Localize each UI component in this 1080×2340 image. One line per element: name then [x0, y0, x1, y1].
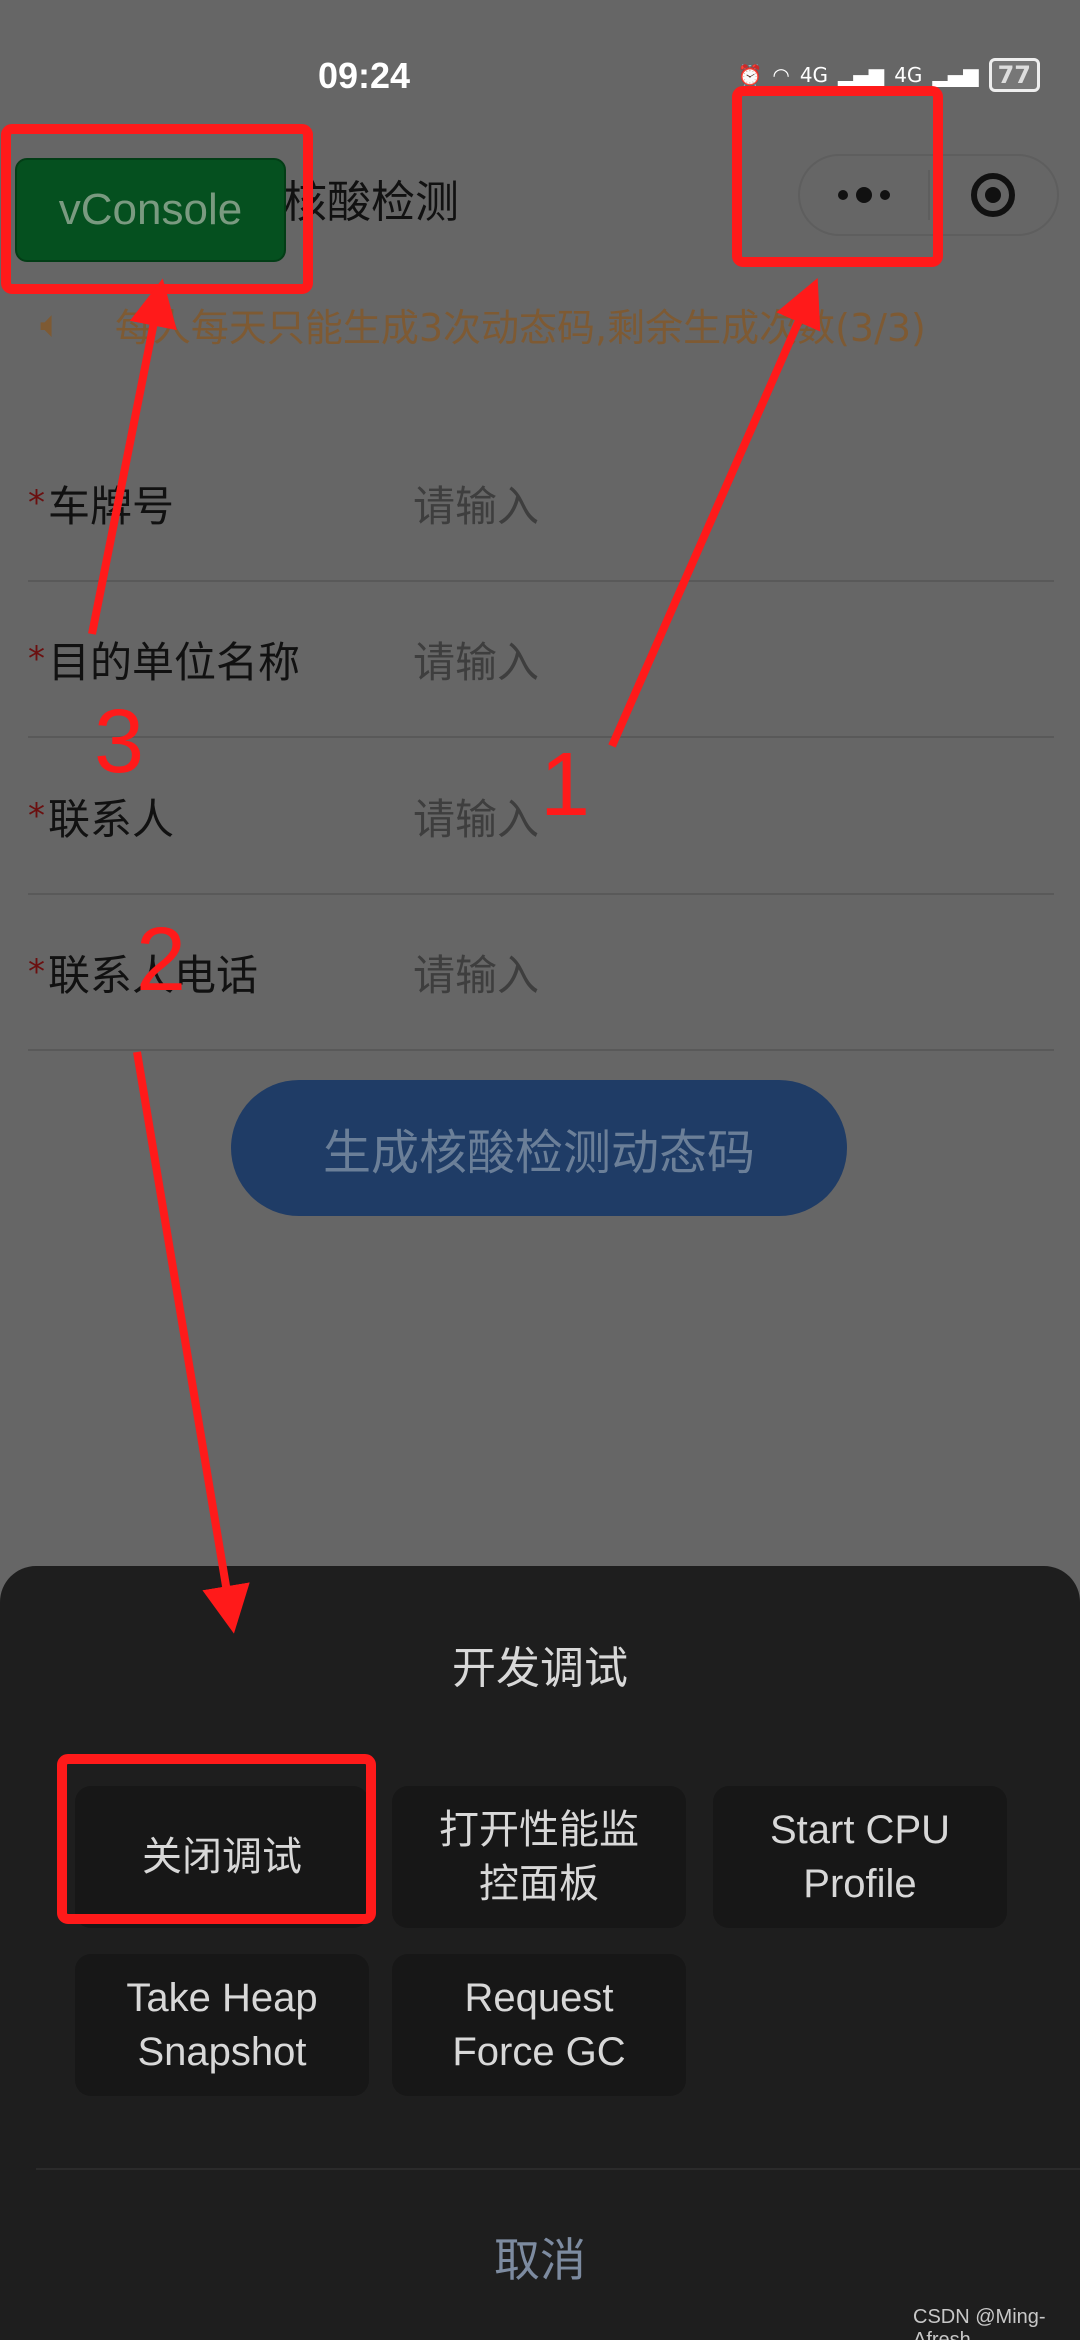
- highlight-box: [732, 86, 943, 267]
- highlight-box: [57, 1754, 376, 1924]
- annotation-label: 1: [540, 735, 590, 835]
- annotation-label: 2: [136, 910, 186, 1010]
- highlight-box: [1, 124, 313, 294]
- arrow: [88, 278, 177, 635]
- arrow: [608, 278, 821, 748]
- annotation-overlay: 1 2 3: [1, 86, 943, 1924]
- arrow: [133, 1051, 250, 1634]
- annotation-label: 3: [94, 692, 144, 792]
